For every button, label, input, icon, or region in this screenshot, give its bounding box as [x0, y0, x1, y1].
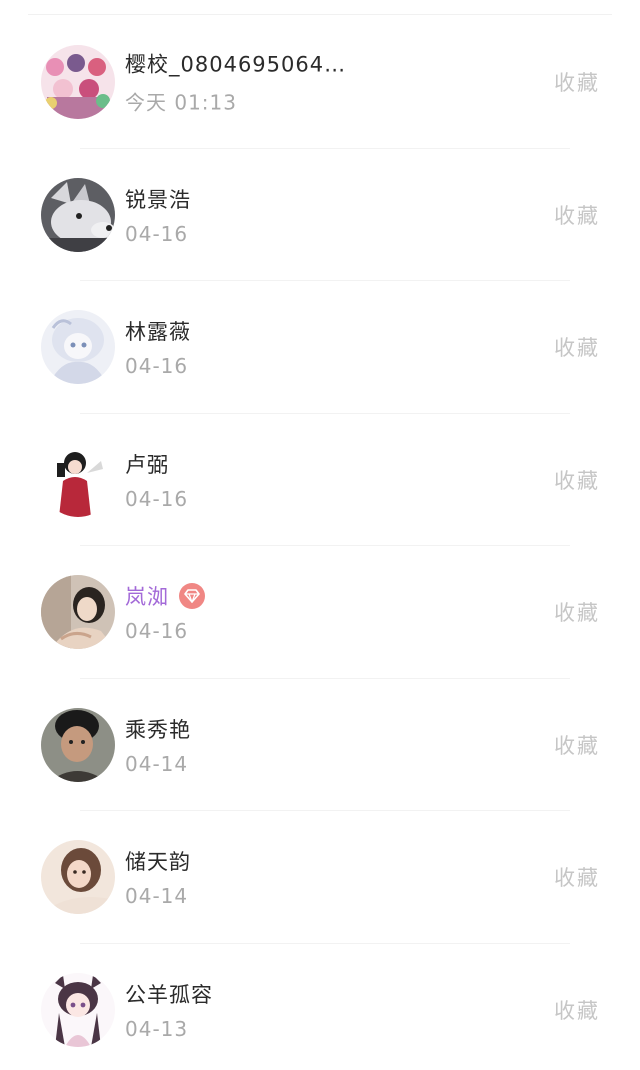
favorite-button[interactable]: 收藏 — [554, 597, 600, 627]
user-name: 林露薇 — [125, 320, 191, 345]
avatar[interactable] — [41, 840, 115, 915]
avatar[interactable] — [41, 442, 115, 517]
item-text: 林露薇 04-16 — [125, 316, 191, 378]
item-text: 乘秀艳 04-14 — [125, 714, 191, 776]
avatar[interactable] — [41, 575, 115, 650]
list-item[interactable]: 储天韵 04-14 收藏 — [0, 811, 640, 944]
timestamp: 04-14 — [125, 884, 189, 909]
item-text: 储天韵 04-14 — [125, 846, 191, 908]
avatar[interactable] — [41, 310, 115, 385]
timestamp: 04-16 — [125, 486, 189, 511]
vip-diamond-icon — [179, 583, 205, 610]
timestamp: 04-13 — [125, 1016, 189, 1041]
item-text: 卢弼 04-16 — [125, 449, 188, 511]
user-name: 樱校_0804695064… — [125, 52, 347, 77]
list-item[interactable]: 锐景浩 04-16 收藏 — [0, 149, 640, 282]
name-line: 公羊孤容 — [125, 979, 213, 1009]
user-name: 锐景浩 — [125, 187, 191, 212]
favorite-button[interactable]: 收藏 — [554, 465, 600, 495]
divider — [28, 14, 612, 15]
avatar[interactable] — [41, 972, 115, 1047]
list-item[interactable]: 卢弼 04-16 收藏 — [0, 414, 640, 547]
list-item[interactable]: 乘秀艳 04-14 收藏 — [0, 679, 640, 812]
favorite-button[interactable]: 收藏 — [554, 332, 600, 362]
timestamp: 04-14 — [125, 751, 189, 776]
favorite-button[interactable]: 收藏 — [554, 862, 600, 892]
timestamp: 04-16 — [125, 354, 189, 379]
user-name: 卢弼 — [125, 452, 169, 477]
user-name: 岚洳 — [125, 585, 169, 610]
name-line: 乘秀艳 — [125, 714, 191, 744]
timestamp: 04-16 — [125, 619, 189, 644]
name-line: 樱校_0804695064… — [125, 49, 346, 79]
avatar[interactable] — [41, 177, 115, 252]
list-item[interactable]: 公羊孤容 04-13 收藏 — [0, 944, 640, 1070]
contact-list: 樱校_0804695064… 今天 01:13 收藏 锐景浩 04-16 收藏 … — [0, 0, 640, 1070]
list-item[interactable]: 林露薇 04-16 收藏 — [0, 281, 640, 414]
favorite-button[interactable]: 收藏 — [554, 995, 600, 1025]
user-name: 公羊孤容 — [125, 982, 213, 1007]
favorite-button[interactable]: 收藏 — [554, 730, 600, 760]
list-item[interactable]: 樱校_0804695064… 今天 01:13 收藏 — [0, 16, 640, 149]
timestamp: 04-16 — [125, 221, 189, 246]
list-item[interactable]: 岚洳 04-16 收藏 — [0, 546, 640, 679]
name-line: 储天韵 — [125, 846, 191, 876]
item-text: 锐景浩 04-16 — [125, 184, 191, 246]
item-text: 公羊孤容 04-13 — [125, 979, 213, 1041]
name-line: 锐景浩 — [125, 184, 191, 214]
timestamp: 今天 01:13 — [125, 90, 237, 115]
favorite-button[interactable]: 收藏 — [554, 200, 600, 230]
item-text: 樱校_0804695064… 今天 01:13 — [125, 49, 346, 116]
avatar[interactable] — [41, 45, 115, 120]
name-line: 岚洳 — [125, 581, 205, 611]
favorite-button[interactable]: 收藏 — [554, 67, 600, 97]
item-text: 岚洳 04-16 — [125, 581, 205, 643]
user-name: 储天韵 — [125, 850, 191, 875]
name-line: 林露薇 — [125, 316, 191, 346]
name-line: 卢弼 — [125, 449, 188, 479]
avatar[interactable] — [41, 707, 115, 782]
user-name: 乘秀艳 — [125, 717, 191, 742]
